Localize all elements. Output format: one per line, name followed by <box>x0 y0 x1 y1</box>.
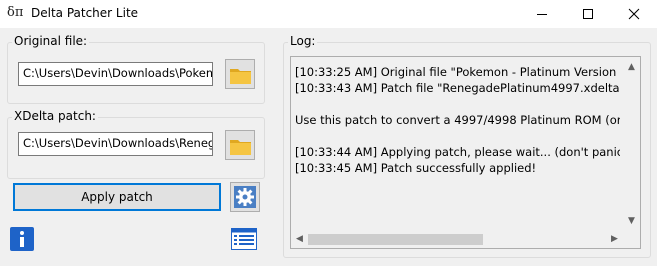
title-bar: δπ Delta Patcher Lite <box>0 0 657 28</box>
minimize-button[interactable] <box>519 0 565 28</box>
close-icon <box>628 8 640 20</box>
horizontal-scroll-thumb[interactable] <box>308 234 483 245</box>
scroll-down-icon[interactable]: ▼ <box>623 213 640 230</box>
log-line: [10:33:44 AM] Applying patch, please wai… <box>295 145 620 159</box>
browse-original-button[interactable] <box>225 59 255 89</box>
maximize-icon <box>583 9 593 19</box>
original-file-field[interactable]: C:\Users\Devin\Downloads\Pokem <box>18 62 213 86</box>
log-line: [10:33:43 AM] Patch file "RenegadePlatin… <box>295 81 620 95</box>
info-button[interactable] <box>8 225 36 253</box>
log-textbox[interactable]: [10:33:25 AM] Original file "Pokemon - P… <box>290 56 641 249</box>
list-icon <box>231 228 257 250</box>
scroll-left-icon[interactable]: ◀ <box>291 231 308 248</box>
log-line: [10:33:45 AM] Patch successfully applied… <box>295 161 537 175</box>
scroll-up-icon[interactable]: ▲ <box>623 59 640 76</box>
log-blank-line <box>295 128 620 144</box>
log-toggle-button[interactable] <box>229 225 259 253</box>
log-content: [10:33:25 AM] Original file "Pokemon - P… <box>295 64 620 228</box>
log-line: [10:33:25 AM] Original file "Pokemon - P… <box>295 65 620 79</box>
settings-button[interactable] <box>230 182 260 212</box>
apply-patch-button[interactable]: Apply patch <box>13 183 221 211</box>
log-blank-line <box>295 96 620 112</box>
scroll-right-icon[interactable]: ▶ <box>606 231 623 248</box>
gear-icon <box>234 186 256 208</box>
log-label: Log: <box>288 34 318 48</box>
folder-icon <box>230 140 251 155</box>
window-title: Delta Patcher Lite <box>31 6 139 20</box>
xdelta-patch-label: XDelta patch: <box>12 109 98 123</box>
app-icon: δπ <box>7 5 24 20</box>
maximize-button[interactable] <box>565 0 611 28</box>
scrollbar-corner <box>623 231 640 248</box>
folder-icon <box>230 69 251 84</box>
info-icon <box>10 227 34 251</box>
browse-patch-button[interactable] <box>225 130 255 160</box>
log-horizontal-scrollbar[interactable]: ◀ ▶ <box>291 231 623 248</box>
minimize-icon <box>537 14 547 15</box>
close-button[interactable] <box>611 0 657 28</box>
app-window: δπ Delta Patcher Lite Original file: C:\… <box>0 0 657 266</box>
xdelta-patch-field[interactable]: C:\Users\Devin\Downloads\Renega <box>18 132 213 156</box>
log-vertical-scrollbar[interactable]: ▲ ▼ <box>623 57 640 232</box>
log-line: Use this patch to convert a 4997/4998 Pl… <box>295 113 620 127</box>
original-file-label: Original file: <box>12 34 90 48</box>
